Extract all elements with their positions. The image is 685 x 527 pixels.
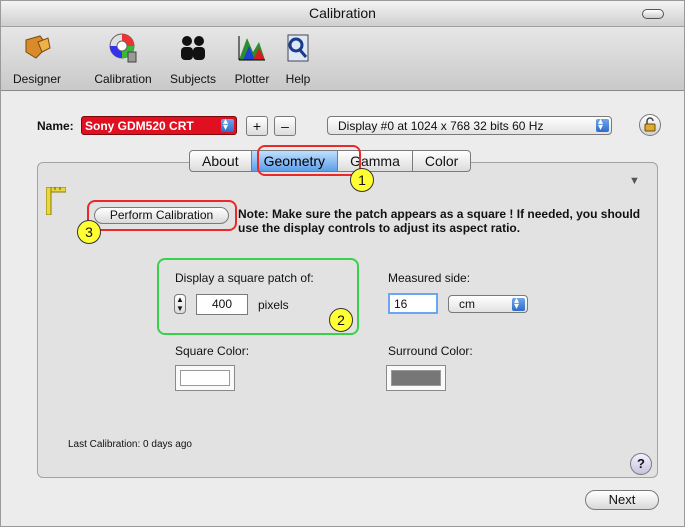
- toolbar-calibration-label: Calibration: [94, 72, 152, 86]
- square-patch-stepper[interactable]: ▲ ▼: [174, 294, 186, 314]
- square-color-well[interactable]: [175, 365, 235, 391]
- select-arrows-icon: [596, 116, 609, 133]
- toolbar-help[interactable]: Help: [281, 32, 315, 86]
- surround-color-fill: [391, 370, 441, 386]
- ruler-icon: [46, 187, 66, 215]
- square-patch-input[interactable]: 400: [196, 294, 248, 315]
- highlight-geometry-tab: [257, 145, 361, 176]
- measured-unit-select[interactable]: cm: [448, 295, 528, 313]
- select-arrows-icon: [221, 116, 234, 133]
- annotation-badge-2: 2: [329, 308, 353, 332]
- remove-button[interactable]: –: [274, 116, 296, 136]
- display-select-value: Display #0 at 1024 x 768 32 bits 60 Hz: [338, 119, 544, 133]
- toolbar-toggle-button[interactable]: [642, 9, 664, 19]
- display-select[interactable]: Display #0 at 1024 x 768 32 bits 60 Hz: [327, 116, 612, 135]
- annotation-badge-1: 1: [350, 168, 374, 192]
- help-icon: [287, 34, 309, 62]
- designer-icon: [25, 35, 51, 59]
- annotation-badge-3: 3: [77, 220, 101, 244]
- help-button[interactable]: ?: [630, 453, 652, 475]
- measured-side-label: Measured side:: [388, 271, 471, 285]
- calibration-window: Calibration Designer Calibration Subject…: [0, 0, 685, 527]
- calibration-note: Note: Make sure the patch appears as a s…: [238, 207, 641, 235]
- lock-button[interactable]: [639, 114, 661, 136]
- toolbar-calibration[interactable]: Calibration: [87, 32, 159, 86]
- window-title: Calibration: [309, 5, 376, 21]
- tab-about[interactable]: About: [189, 150, 252, 172]
- name-select[interactable]: Sony GDM520 CRT: [81, 116, 237, 135]
- toolbar-subjects-label: Subjects: [169, 72, 217, 86]
- name-label: Name:: [37, 119, 74, 133]
- toolbar-subjects[interactable]: Subjects: [165, 32, 221, 86]
- lock-icon: [644, 117, 656, 132]
- toolbar-plotter[interactable]: Plotter: [227, 32, 277, 86]
- toolbar: Designer Calibration Subjects Plotter He…: [1, 28, 684, 91]
- toolbar-designer[interactable]: Designer: [7, 32, 67, 86]
- calibration-icon: [109, 33, 137, 63]
- square-color-label: Square Color:: [175, 344, 250, 358]
- surround-color-label: Surround Color:: [388, 344, 473, 358]
- toolbar-plotter-label: Plotter: [234, 72, 270, 86]
- next-button[interactable]: Next: [585, 490, 659, 510]
- toolbar-designer-label: Designer: [12, 72, 62, 86]
- measured-unit-value: cm: [459, 297, 475, 311]
- add-button[interactable]: +: [246, 116, 268, 136]
- content-area: Name: Sony GDM520 CRT + – Display #0 at …: [1, 92, 684, 526]
- disclosure-triangle-icon[interactable]: ▼: [629, 175, 640, 187]
- select-arrows-icon: [512, 295, 525, 312]
- measured-side-input[interactable]: 16: [388, 293, 438, 314]
- square-patch-unit: pixels: [258, 298, 289, 312]
- plotter-icon: [238, 36, 265, 61]
- toolbar-help-label: Help: [285, 72, 311, 86]
- title-bar: Calibration: [1, 1, 684, 27]
- tab-color[interactable]: Color: [411, 150, 472, 172]
- square-color-fill: [180, 370, 230, 386]
- square-patch-label: Display a square patch of:: [175, 271, 314, 285]
- surround-color-well[interactable]: [386, 365, 446, 391]
- last-calibration-text: Last Calibration: 0 days ago: [68, 439, 192, 450]
- name-select-value: Sony GDM520 CRT: [85, 119, 194, 133]
- subjects-icon: [181, 36, 205, 60]
- perform-calibration-button[interactable]: Perform Calibration: [94, 207, 229, 224]
